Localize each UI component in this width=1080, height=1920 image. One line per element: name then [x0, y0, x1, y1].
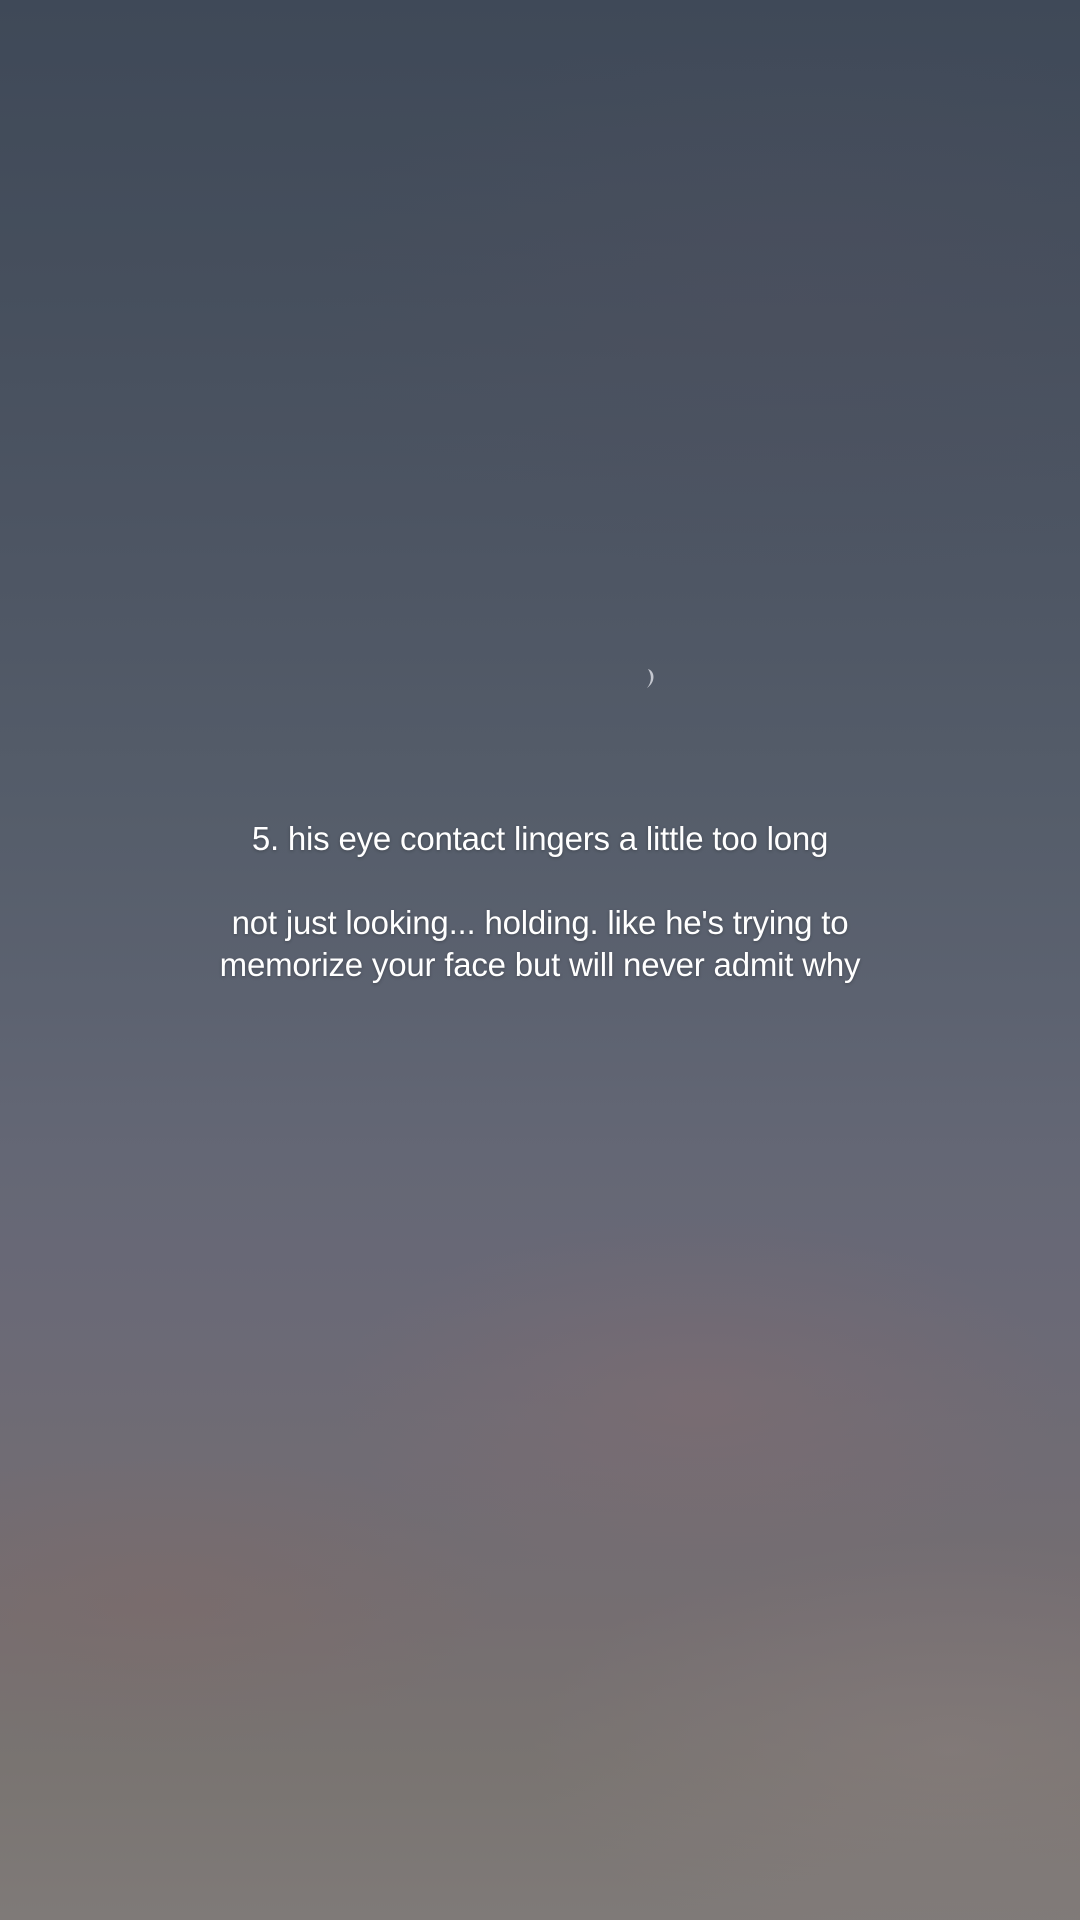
caption-body: not just looking... holding. like he's t… [219, 904, 861, 983]
story-caption: 5. his eye contact lingers a little too … [190, 818, 890, 986]
crescent-moon-icon [647, 669, 654, 688]
story-background: 5. his eye contact lingers a little too … [0, 0, 1080, 1920]
caption-heading: 5. his eye contact lingers a little too … [251, 820, 829, 857]
